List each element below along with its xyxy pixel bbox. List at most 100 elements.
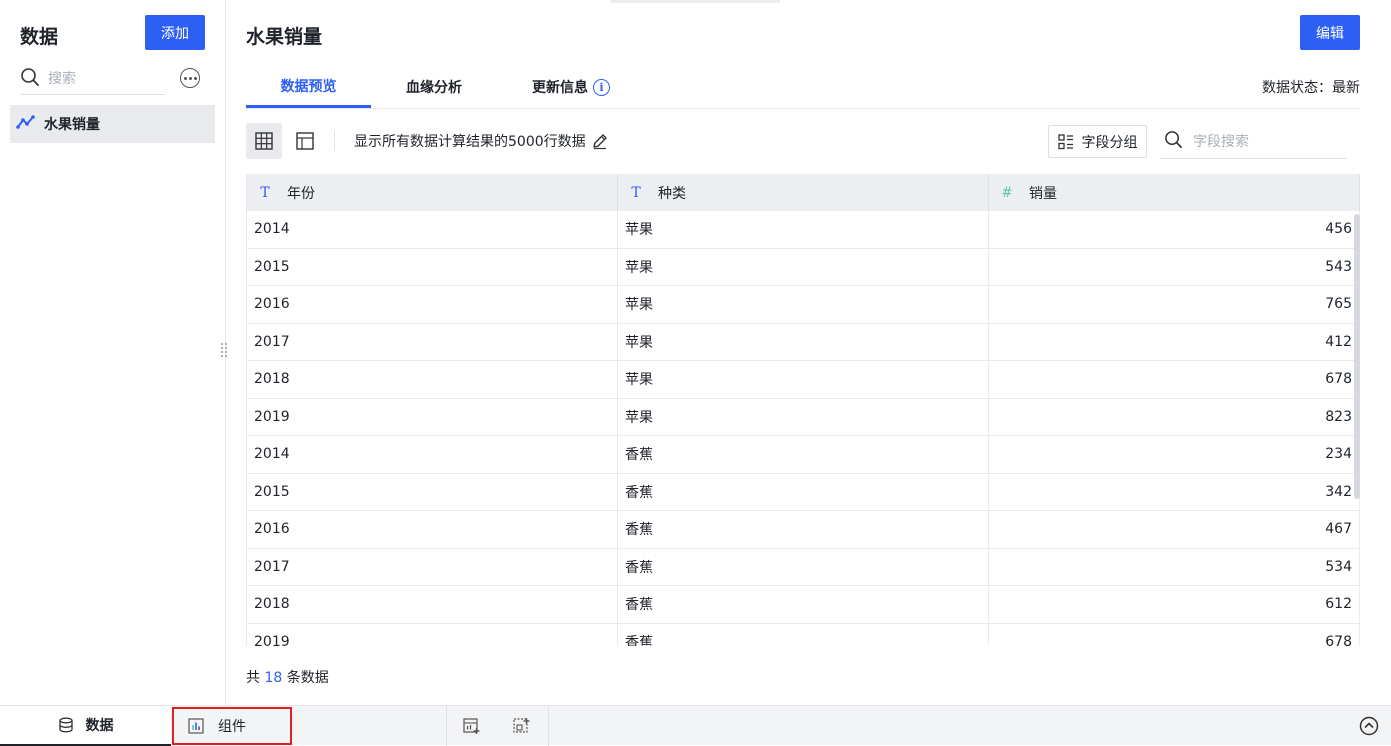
data-table: T 年份 T 种类 # 销量 2014 苹果 456 2015 苹果 543 2016 苹果 7… bbox=[246, 174, 1360, 646]
cell-category: 香蕉 bbox=[618, 548, 989, 585]
cell-year: 2014 bbox=[247, 211, 618, 248]
column-header-category[interactable]: T 种类 bbox=[618, 174, 989, 211]
cell-sales: 234 bbox=[989, 436, 1360, 473]
cell-year: 2015 bbox=[247, 248, 618, 285]
table-row[interactable]: 2015 香蕉 342 bbox=[247, 473, 1360, 511]
table-row[interactable]: 2014 香蕉 234 bbox=[247, 436, 1360, 474]
bottom-bar: 数据 组件 bbox=[0, 705, 1391, 746]
column-label: 年份 bbox=[287, 185, 315, 202]
cell-sales: 678 bbox=[989, 361, 1360, 398]
cell-category: 香蕉 bbox=[618, 436, 989, 473]
add-chart-icon[interactable] bbox=[462, 716, 482, 736]
row-count-value: 18 bbox=[264, 670, 283, 686]
search-icon bbox=[1164, 130, 1183, 153]
table-row[interactable]: 2019 香蕉 678 bbox=[247, 623, 1360, 646]
cell-category: 香蕉 bbox=[618, 473, 989, 510]
expand-up-icon[interactable] bbox=[1359, 716, 1379, 736]
tab-update-info[interactable]: 更新信息 i bbox=[506, 66, 636, 108]
field-group-label: 字段分组 bbox=[1081, 134, 1138, 151]
table-row[interactable]: 2018 苹果 678 bbox=[247, 361, 1360, 399]
sidebar-search-input[interactable] bbox=[48, 70, 153, 87]
tab-lineage-analysis[interactable]: 血缘分析 bbox=[374, 66, 494, 108]
sidebar-title: 数据 bbox=[20, 26, 59, 48]
cell-year: 2016 bbox=[247, 511, 618, 548]
table-row[interactable]: 2017 香蕉 534 bbox=[247, 548, 1360, 586]
tab-data-preview[interactable]: 数据预览 bbox=[246, 66, 371, 108]
row-limit-text: 显示所有数据计算结果的5000行数据 bbox=[354, 123, 609, 159]
sidebar-search bbox=[20, 63, 165, 95]
cell-year: 2017 bbox=[247, 548, 618, 585]
table-row[interactable]: 2018 香蕉 612 bbox=[247, 586, 1360, 624]
cell-category: 苹果 bbox=[618, 248, 989, 285]
more-options-icon[interactable] bbox=[180, 68, 200, 88]
table-row[interactable]: 2015 苹果 543 bbox=[247, 248, 1360, 286]
table-row[interactable]: 2019 苹果 823 bbox=[247, 398, 1360, 436]
page-title: 水果销量 bbox=[246, 26, 323, 48]
cell-year: 2018 bbox=[247, 361, 618, 398]
row-limit-label: 显示所有数据计算结果的5000行数据 bbox=[354, 134, 586, 150]
database-icon bbox=[58, 717, 74, 733]
grid-view-icon[interactable] bbox=[246, 123, 282, 159]
cell-category: 苹果 bbox=[618, 323, 989, 360]
cell-category: 香蕉 bbox=[618, 511, 989, 548]
cell-sales: 412 bbox=[989, 323, 1360, 360]
bottom-tab-component[interactable]: 组件 bbox=[172, 707, 292, 745]
field-search bbox=[1160, 125, 1347, 159]
bottom-divider bbox=[446, 706, 447, 746]
table-row[interactable]: 2014 苹果 456 bbox=[247, 211, 1360, 249]
column-header-sales[interactable]: # 销量 bbox=[989, 174, 1360, 211]
cell-year: 2017 bbox=[247, 323, 618, 360]
cell-sales: 534 bbox=[989, 548, 1360, 585]
text-type-icon: T bbox=[260, 184, 270, 201]
cell-year: 2019 bbox=[247, 398, 618, 435]
cell-sales: 823 bbox=[989, 398, 1360, 435]
table-toolbar: 显示所有数据计算结果的5000行数据 字段分组 bbox=[246, 123, 1360, 159]
cell-sales: 467 bbox=[989, 511, 1360, 548]
cell-category: 苹果 bbox=[618, 286, 989, 323]
table-row[interactable]: 2017 苹果 412 bbox=[247, 323, 1360, 361]
bottom-divider bbox=[548, 706, 549, 746]
number-type-icon: # bbox=[1001, 184, 1013, 201]
add-data-button[interactable]: 添加 bbox=[145, 15, 205, 50]
cell-category: 香蕉 bbox=[618, 623, 989, 646]
table-row[interactable]: 2016 苹果 765 bbox=[247, 286, 1360, 324]
field-group-button[interactable]: 字段分组 bbox=[1048, 125, 1147, 158]
add-container-icon[interactable] bbox=[512, 716, 532, 736]
bar-chart-icon bbox=[188, 718, 204, 734]
cell-sales: 543 bbox=[989, 248, 1360, 285]
tab-label: 数据预览 bbox=[280, 78, 337, 95]
column-header-year[interactable]: T 年份 bbox=[247, 174, 618, 211]
cell-sales: 342 bbox=[989, 473, 1360, 510]
text-type-icon: T bbox=[631, 184, 641, 201]
cell-category: 苹果 bbox=[618, 398, 989, 435]
sidebar-item-label: 水果销量 bbox=[44, 117, 100, 133]
edit-button[interactable]: 编辑 bbox=[1300, 15, 1360, 50]
cell-year: 2016 bbox=[247, 286, 618, 323]
field-search-input[interactable] bbox=[1193, 133, 1343, 150]
row-count: 共 18 条数据 bbox=[246, 667, 329, 687]
cell-category: 苹果 bbox=[618, 211, 989, 248]
cell-sales: 678 bbox=[989, 623, 1360, 646]
sidebar-item-fruit-sales[interactable]: 水果销量 bbox=[10, 105, 215, 143]
table-body: 2014 苹果 456 2015 苹果 543 2016 苹果 765 2017 苹果 412 2018… bbox=[247, 211, 1360, 646]
bottom-tab-data[interactable]: 数据 bbox=[0, 706, 171, 746]
table-scrollbar[interactable] bbox=[1354, 214, 1360, 499]
column-label: 种类 bbox=[658, 185, 686, 202]
tab-bar: 数据预览 血缘分析 更新信息 i bbox=[246, 66, 1360, 109]
main-panel: 水果销量 编辑 数据预览 血缘分析 更新信息 i 数据状态：最新 显示所有数据计算… bbox=[246, 0, 1360, 705]
table-row[interactable]: 2016 香蕉 467 bbox=[247, 511, 1360, 549]
bottom-tab-label: 组件 bbox=[218, 719, 246, 735]
cell-year: 2015 bbox=[247, 473, 618, 510]
pencil-icon[interactable] bbox=[591, 132, 609, 150]
cell-year: 2018 bbox=[247, 586, 618, 623]
cell-sales: 456 bbox=[989, 211, 1360, 248]
resize-handle-icon[interactable] bbox=[220, 342, 228, 358]
cell-category: 苹果 bbox=[618, 361, 989, 398]
data-status: 数据状态：最新 bbox=[1262, 80, 1360, 96]
layout-view-icon[interactable] bbox=[287, 123, 323, 159]
cell-year: 2014 bbox=[247, 436, 618, 473]
field-group-icon bbox=[1057, 133, 1074, 150]
line-chart-icon bbox=[16, 114, 36, 134]
toolbar-divider bbox=[334, 131, 335, 151]
info-icon[interactable]: i bbox=[593, 78, 610, 96]
